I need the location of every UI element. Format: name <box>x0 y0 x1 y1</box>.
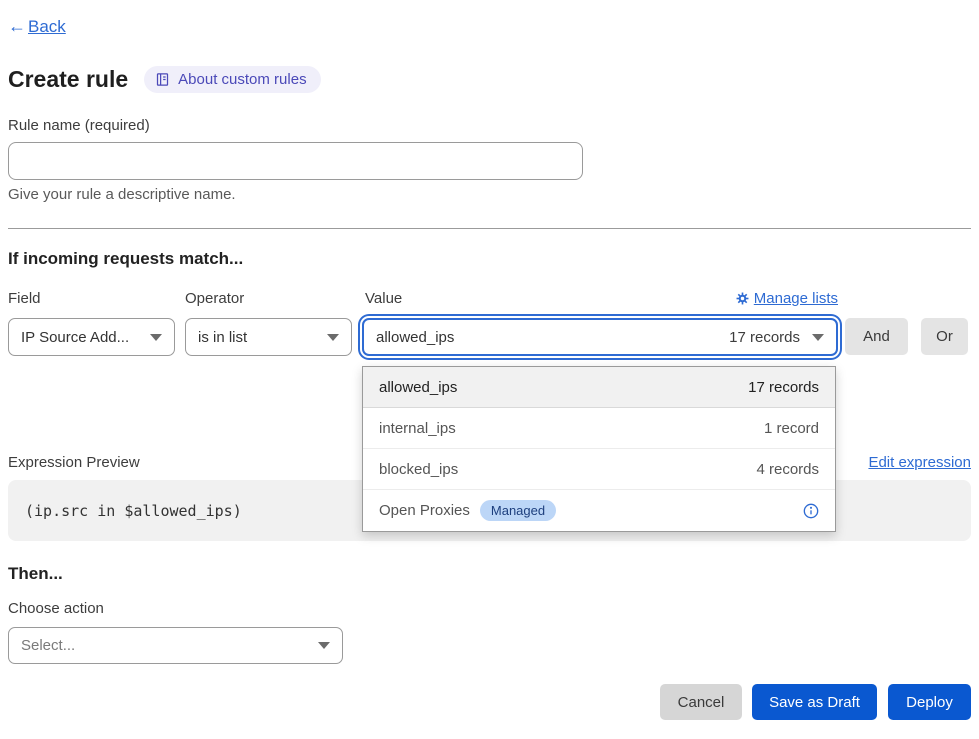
dropdown-option-internal-ips[interactable]: internal_ips 1 record <box>363 408 835 449</box>
save-as-draft-button[interactable]: Save as Draft <box>752 684 877 720</box>
action-select[interactable]: Select... <box>8 627 343 664</box>
option-record-count: 1 record <box>764 420 819 437</box>
page-title: Create rule <box>8 66 128 93</box>
dropdown-option-open-proxies[interactable]: Open Proxies Managed <box>363 490 835 531</box>
chevron-down-icon <box>150 334 162 341</box>
title-row: Create rule About custom rules <box>8 66 321 93</box>
chevron-down-icon <box>318 642 330 649</box>
option-name: allowed_ips <box>379 379 457 396</box>
edit-expression-link[interactable]: Edit expression <box>868 454 971 471</box>
section-divider <box>8 228 971 229</box>
then-section-heading: Then... <box>8 564 63 584</box>
option-name: internal_ips <box>379 420 456 437</box>
value-label: Value <box>365 290 402 307</box>
field-label: Field <box>8 290 41 307</box>
value-select-value: allowed_ips <box>376 329 454 346</box>
book-icon <box>155 72 170 87</box>
create-rule-page: ← Back Create rule About custom rules Ru… <box>0 0 979 739</box>
expression-preview-label: Expression Preview <box>8 454 140 471</box>
field-select-value: IP Source Add... <box>21 329 129 346</box>
back-arrow-icon: ← <box>8 16 26 37</box>
rule-name-helper-text: Give your rule a descriptive name. <box>8 186 236 203</box>
back-link-label: Back <box>28 17 66 37</box>
gear-icon <box>736 292 749 305</box>
deploy-button[interactable]: Deploy <box>888 684 971 720</box>
back-link[interactable]: ← Back <box>8 16 66 37</box>
managed-badge: Managed <box>480 500 556 521</box>
rule-name-input[interactable] <box>8 142 583 180</box>
dropdown-option-blocked-ips[interactable]: blocked_ips 4 records <box>363 449 835 490</box>
manage-lists-link[interactable]: Manage lists <box>730 290 838 307</box>
dropdown-option-allowed-ips[interactable]: allowed_ips 17 records <box>363 367 835 408</box>
value-select-record-count: 17 records <box>729 329 800 346</box>
manage-lists-label: Manage lists <box>754 290 838 307</box>
about-custom-rules-label: About custom rules <box>178 71 306 88</box>
cancel-button[interactable]: Cancel <box>660 684 742 720</box>
expression-code: (ip.src in $allowed_ips) <box>25 502 242 520</box>
and-button[interactable]: And <box>845 318 908 355</box>
choose-action-label: Choose action <box>8 600 104 617</box>
option-name: blocked_ips <box>379 461 458 478</box>
operator-select[interactable]: is in list <box>185 318 352 356</box>
action-select-placeholder: Select... <box>21 637 75 654</box>
chevron-down-icon <box>327 334 339 341</box>
value-select[interactable]: allowed_ips 17 records <box>362 318 838 356</box>
match-section-heading: If incoming requests match... <box>8 249 243 269</box>
or-button[interactable]: Or <box>921 318 968 355</box>
operator-select-value: is in list <box>198 329 247 346</box>
field-select[interactable]: IP Source Add... <box>8 318 175 356</box>
option-record-count: 4 records <box>756 461 819 478</box>
rule-name-label: Rule name (required) <box>8 117 150 134</box>
option-record-count: 17 records <box>748 379 819 396</box>
operator-label: Operator <box>185 290 244 307</box>
about-custom-rules-link[interactable]: About custom rules <box>144 66 320 93</box>
value-dropdown-panel: allowed_ips 17 records internal_ips 1 re… <box>362 366 836 532</box>
chevron-down-icon <box>812 334 824 341</box>
option-name: Open Proxies <box>379 502 470 519</box>
info-icon[interactable] <box>803 503 819 519</box>
